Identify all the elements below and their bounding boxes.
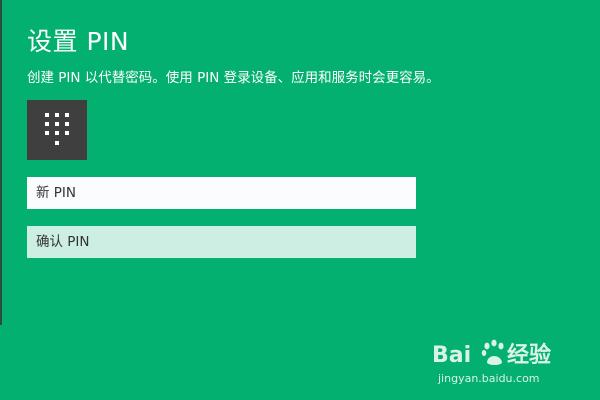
svg-text:经验: 经验 (507, 342, 551, 368)
window-edge (0, 0, 2, 325)
new-pin-input[interactable] (27, 177, 416, 209)
watermark-url: jingyan.baidu.com (438, 372, 540, 385)
page-description: 创建 PIN 以代替密码。使用 PIN 登录设备、应用和服务时会更容易。 (27, 70, 440, 86)
page-title: 设置 PIN (27, 27, 130, 56)
confirm-pin-input[interactable] (27, 226, 416, 258)
watermark-logo: Bai 经验 (432, 339, 551, 368)
baidu-jingyan-watermark: Bai 经验 jingyan.baidu.com (432, 336, 572, 388)
svg-text:Bai: Bai (432, 343, 471, 368)
keypad-icon (27, 100, 87, 160)
pin-setup-panel: 设置 PIN 创建 PIN 以代替密码。使用 PIN 登录设备、应用和服务时会更… (0, 0, 600, 400)
